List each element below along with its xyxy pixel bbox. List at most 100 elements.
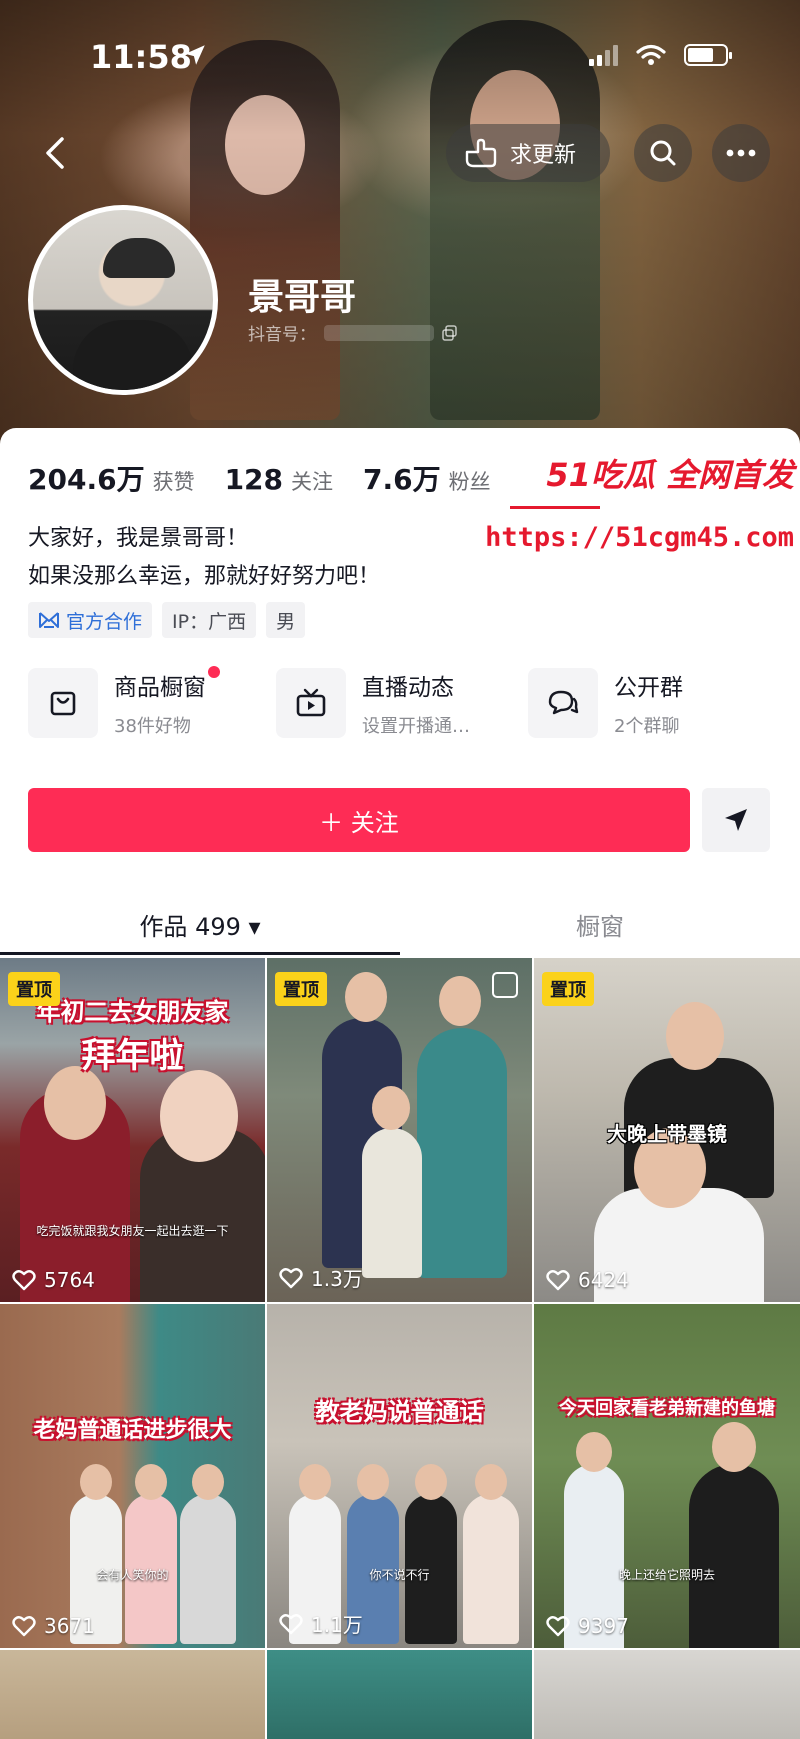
feature-shop-subtitle: 38件好物 <box>114 716 191 737</box>
douyin-id-value-blurred <box>324 324 434 341</box>
stat-following-label: 关注 <box>291 470 334 494</box>
request-update-button[interactable]: 求更新 <box>446 124 610 182</box>
feature-public-groups[interactable]: 公开群 2个群聊 <box>528 668 683 738</box>
like-count: 1.1万 <box>279 1609 363 1638</box>
pinned-badge: 置顶 <box>275 972 327 1006</box>
video-thumbnail[interactable] <box>534 1650 800 1739</box>
nickname: 景哥哥 <box>248 277 357 318</box>
stat-followers-label: 粉丝 <box>448 470 491 494</box>
pinned-badge: 置顶 <box>542 972 594 1006</box>
video-thumbnail[interactable]: 老妈普通话进步很大 会有人笑你的 3671 <box>0 1304 265 1648</box>
follow-button[interactable]: ＋ 关注 <box>28 788 690 852</box>
video-caption: 老妈普通话进步很大 <box>33 1418 232 1443</box>
like-count: 5764 <box>12 1268 95 1292</box>
watermark: 51吃瓜 全网首发 https://51cgm45.com <box>485 450 800 553</box>
like-count-value: 1.1万 <box>311 1613 363 1637</box>
tag-official-label: 官方合作 <box>66 610 143 633</box>
like-count: 9397 <box>546 1614 629 1638</box>
tab-works[interactable]: 作品 499 ▾ <box>0 890 400 958</box>
feature-live-title: 直播动态 <box>362 675 454 701</box>
video-grid: 年初二去女朋友家 拜年啦 吃完饭就跟我女朋友一起出去逛一下 置顶 5764 置顶… <box>0 958 800 1739</box>
stat-followers[interactable]: 7.6万 粉丝 <box>363 458 491 498</box>
stat-following-number: 128 <box>224 463 284 496</box>
douyin-id: 抖音号： <box>248 320 458 345</box>
watermark-divider <box>510 506 600 509</box>
bio-line-1: 大家好，我是景哥哥！ <box>28 526 249 551</box>
video-caption: 今天回家看老弟新建的鱼塘 <box>559 1398 775 1419</box>
stat-likes[interactable]: 204.6万 获赞 <box>28 458 195 498</box>
official-badge-icon <box>39 612 59 628</box>
feature-shop-window[interactable]: 商品橱窗 38件好物 <box>28 666 276 738</box>
tag-ip-location: IP：广西 <box>162 602 257 638</box>
watermark-title: 51吃瓜 全网首发 <box>546 456 794 494</box>
video-subtitle: 晚上还给它照明去 <box>618 1568 715 1582</box>
tab-showcase[interactable]: 橱窗 <box>400 890 800 958</box>
like-count-value: 6424 <box>578 1268 629 1292</box>
video-thumbnail[interactable]: 置顶 1.3万 <box>267 958 532 1302</box>
search-icon <box>650 140 676 166</box>
feature-live-updates[interactable]: 直播动态 设置开播通… <box>276 668 528 738</box>
heart-icon <box>546 1616 570 1637</box>
feature-entries: 商品橱窗 38件好物 直播动态 设置开播通… 公开群 2个群聊 <box>28 666 772 738</box>
back-button[interactable] <box>30 128 80 178</box>
heart-icon <box>12 1616 36 1637</box>
video-thumbnail[interactable]: 年初二去女朋友家 拜年啦 吃完饭就跟我女朋友一起出去逛一下 置顶 5764 <box>0 958 265 1302</box>
share-button[interactable] <box>702 788 770 852</box>
douyin-id-label: 抖音号： <box>248 325 316 345</box>
video-subtitle: 会有人笑你的 <box>96 1568 169 1582</box>
video-thumbnail[interactable]: 大晚上带墨镜 置顶 6424 <box>534 958 800 1302</box>
notification-dot <box>208 666 220 678</box>
video-thumbnail[interactable]: 教老妈说普通话 你不说不行 1.1万 <box>267 1304 532 1648</box>
heart-icon <box>279 1267 303 1288</box>
status-bar: 11:58 <box>0 0 800 110</box>
tv-icon <box>296 688 326 717</box>
like-count: 3671 <box>12 1614 95 1638</box>
like-count-value: 5764 <box>44 1268 95 1292</box>
top-nav-bar: 求更新 <box>0 118 800 188</box>
stat-likes-label: 获赞 <box>152 470 195 494</box>
more-options-button[interactable] <box>712 124 770 182</box>
request-update-label: 求更新 <box>510 143 577 168</box>
video-subtitle: 你不说不行 <box>369 1568 430 1582</box>
select-checkbox[interactable] <box>492 972 518 998</box>
content-tabs: 作品 499 ▾ 橱窗 <box>0 890 800 958</box>
feature-shop-title: 商品橱窗 <box>114 675 206 701</box>
send-arrow-icon <box>725 809 747 831</box>
active-tab-indicator <box>0 952 400 955</box>
status-time: 11:58 <box>90 38 192 76</box>
like-count: 1.3万 <box>279 1263 363 1292</box>
video-caption: 大晚上带墨镜 <box>607 1122 727 1146</box>
hand-point-icon <box>465 138 497 168</box>
search-button[interactable] <box>634 124 692 182</box>
more-dots-icon <box>726 149 756 157</box>
copy-icon[interactable] <box>442 324 458 341</box>
avatar[interactable] <box>28 205 218 395</box>
tag-official-cooperation[interactable]: 官方合作 <box>28 602 153 638</box>
video-thumbnail[interactable] <box>0 1650 265 1739</box>
bio-line-2: 如果没那么幸运，那就好好努力吧！ <box>28 564 381 589</box>
bag-icon <box>50 691 76 716</box>
video-caption: 教老妈说普通话 <box>315 1398 484 1426</box>
tag-gender: 男 <box>266 602 306 638</box>
like-count-value: 1.3万 <box>311 1267 363 1291</box>
stat-following[interactable]: 128 关注 <box>225 463 333 496</box>
video-subtitle: 吃完饭就跟我女朋友一起出去逛一下 <box>36 1224 229 1238</box>
stat-likes-number: 204.6万 <box>28 463 145 496</box>
video-thumbnail[interactable]: 今天回家看老弟新建的鱼塘 晚上还给它照明去 9397 <box>534 1304 800 1648</box>
heart-icon <box>12 1270 36 1291</box>
chevron-left-icon <box>46 137 64 169</box>
bio: 大家好，我是景哥哥！ 如果没那么幸运，那就好好努力吧！ <box>28 520 380 596</box>
like-count-value: 9397 <box>578 1614 629 1638</box>
chat-icon <box>548 690 579 715</box>
signal-icon <box>589 44 618 66</box>
like-count-value: 3671 <box>44 1614 95 1638</box>
heart-icon <box>279 1613 303 1634</box>
video-thumbnail[interactable] <box>267 1650 532 1739</box>
stat-followers-number: 7.6万 <box>363 463 441 496</box>
video-caption: 拜年啦 <box>81 1036 184 1076</box>
location-arrow-icon <box>185 45 205 65</box>
profile-stats: 204.6万 获赞 128 关注 7.6万 粉丝 <box>28 458 491 498</box>
feature-group-title: 公开群 <box>614 675 683 701</box>
heart-icon <box>546 1270 570 1291</box>
like-count: 6424 <box>546 1268 629 1292</box>
